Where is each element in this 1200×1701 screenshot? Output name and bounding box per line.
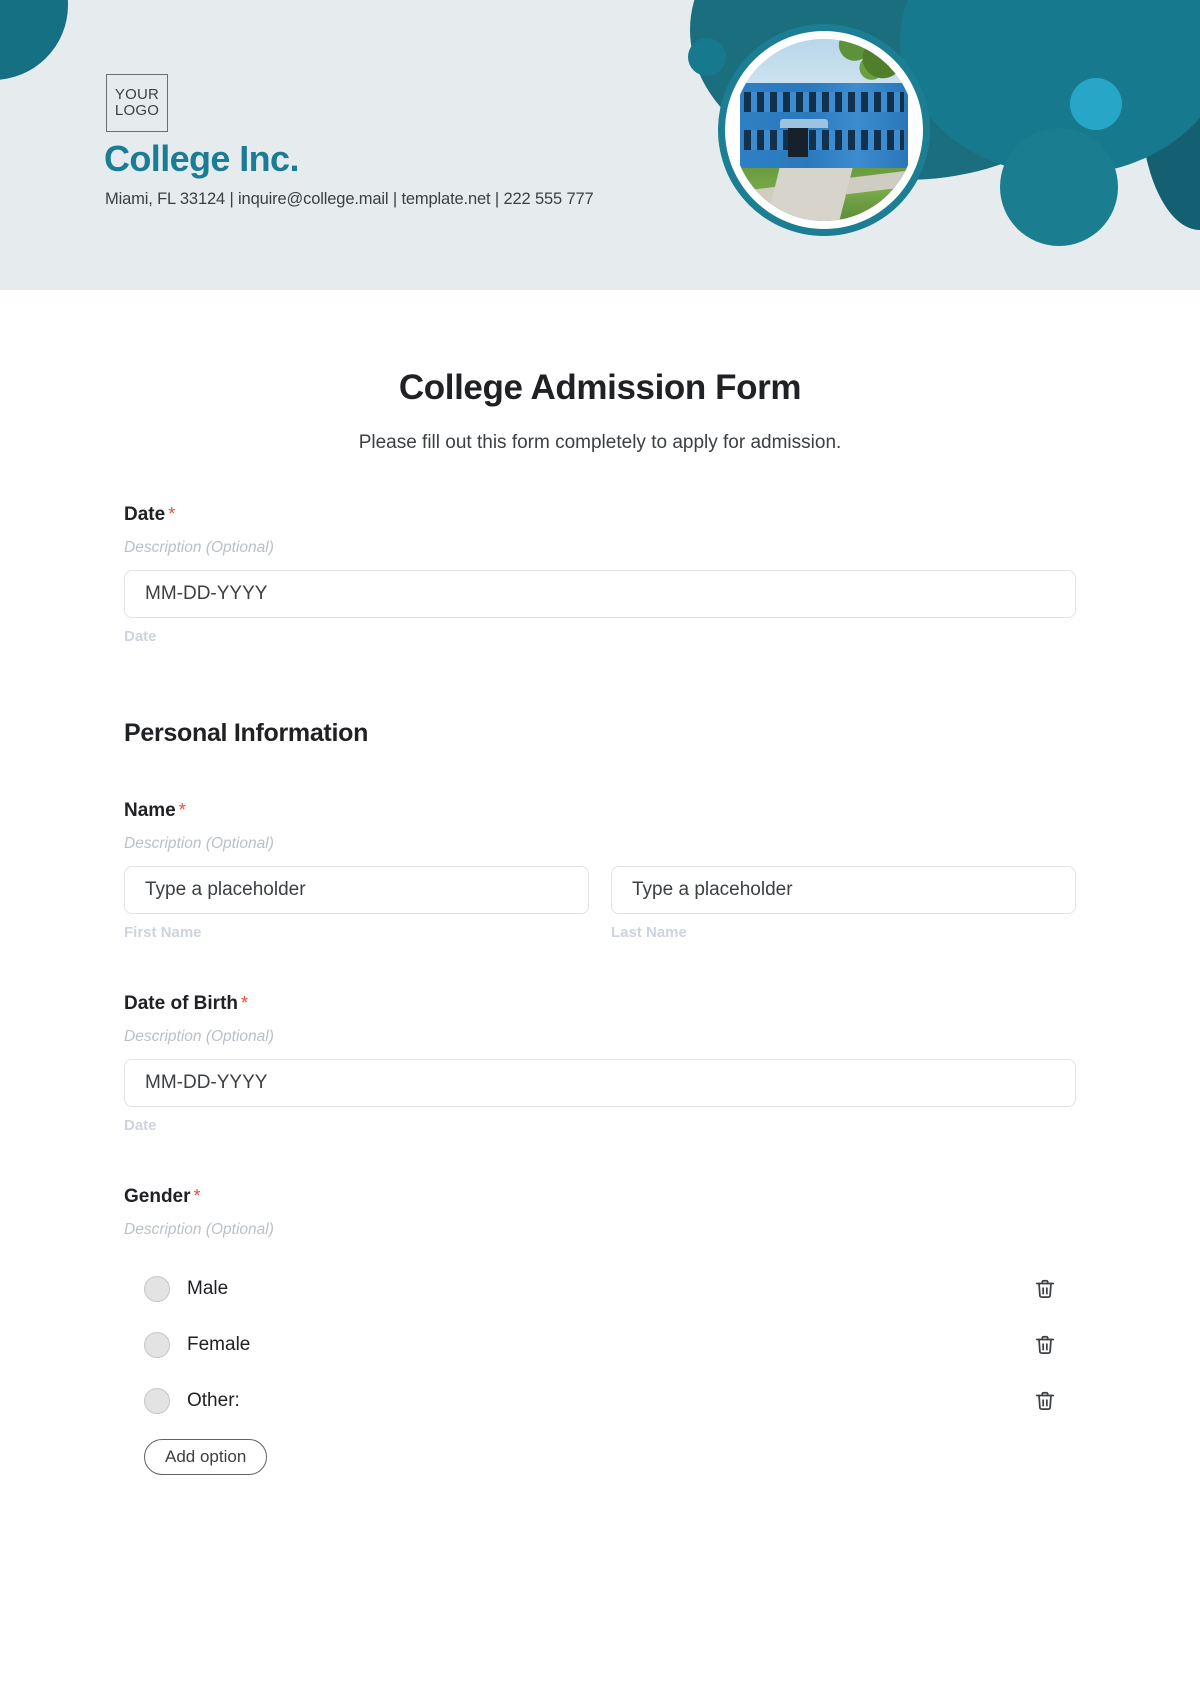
field-date-of-birth: Date of Birth * Description (Optional) MM…: [124, 993, 1076, 1134]
date-input[interactable]: MM-DD-YYYY: [124, 570, 1076, 618]
gender-options-list: Male Female Other:: [124, 1261, 1076, 1429]
field-name-label: Name *: [124, 800, 1076, 822]
gender-option-row[interactable]: Male: [124, 1261, 1076, 1317]
letterhead-header: YOUR LOGO College Inc. Miami, FL 33124 |…: [0, 0, 1200, 290]
form-title: College Admission Form: [398, 368, 802, 407]
field-date-label: Date *: [124, 504, 1076, 526]
field-date-of-birth-description: Description (Optional): [124, 1028, 274, 1045]
trash-icon[interactable]: [1032, 1276, 1058, 1302]
gender-option-row[interactable]: Other:: [124, 1373, 1076, 1429]
last-name-column: Type a placeholder Last Name: [611, 866, 1076, 941]
field-date-of-birth-label-text: Date of Birth: [124, 993, 238, 1014]
gender-option-label: Female: [187, 1334, 251, 1355]
decorative-circle-top-left: [0, 0, 68, 80]
decorative-circle-mid: [1000, 128, 1118, 246]
trash-icon[interactable]: [1032, 1332, 1058, 1358]
radio-icon[interactable]: [144, 1332, 170, 1358]
field-date: Date * Description (Optional) MM-DD-YYYY …: [124, 504, 1076, 645]
first-name-helper: First Name: [124, 924, 202, 941]
gender-option-label: Male: [187, 1278, 229, 1299]
field-date-of-birth-label: Date of Birth *: [124, 993, 1076, 1015]
brand-name: College Inc.: [104, 138, 299, 179]
form-body: College Admission Form Please fill out t…: [0, 368, 1200, 1475]
first-name-column: Type a placeholder First Name: [124, 866, 589, 941]
campus-photo-medallion: [718, 24, 930, 236]
logo-line-1: YOUR: [114, 85, 160, 103]
last-name-input[interactable]: Type a placeholder: [611, 866, 1076, 914]
required-asterisk: *: [178, 800, 186, 820]
field-gender-description: Description (Optional): [124, 1221, 274, 1238]
required-asterisk: *: [241, 993, 249, 1013]
field-date-label-text: Date: [124, 504, 166, 525]
radio-icon[interactable]: [144, 1276, 170, 1302]
first-name-input[interactable]: Type a placeholder: [124, 866, 589, 914]
logo-placeholder: YOUR LOGO: [106, 74, 168, 132]
section-title-personal-information: Personal Information: [124, 719, 369, 747]
page-root: YOUR LOGO College Inc. Miami, FL 33124 |…: [0, 0, 1200, 1701]
decorative-circle-cyan: [1070, 78, 1122, 130]
field-gender-label-text: Gender: [124, 1186, 191, 1207]
last-name-helper: Last Name: [611, 924, 687, 941]
field-date-description: Description (Optional): [124, 539, 274, 556]
name-input-row: Type a placeholder First Name Type a pla…: [124, 866, 1076, 941]
decorative-dot-small: [688, 38, 726, 76]
photo-windows-lower: [743, 130, 905, 151]
photo-entrance-canopy: [780, 119, 828, 129]
field-name-description: Description (Optional): [124, 835, 274, 852]
brand-contact-line: Miami, FL 33124 | inquire@college.mail |…: [105, 190, 594, 208]
field-date-of-birth-helper: Date: [124, 1117, 157, 1134]
radio-icon[interactable]: [144, 1388, 170, 1414]
photo-entrance-door: [787, 128, 808, 158]
photo-walkway: [766, 168, 853, 221]
medallion-white-ring: [725, 31, 923, 229]
photo-tree-foliage: [816, 39, 912, 98]
gender-option-label: Other:: [187, 1390, 240, 1411]
logo-line-2: LOGO: [114, 102, 160, 119]
add-option-button[interactable]: Add option: [144, 1439, 268, 1475]
gender-option-row[interactable]: Female: [124, 1317, 1076, 1373]
field-name-label-text: Name: [124, 800, 176, 821]
field-gender-label: Gender *: [124, 1186, 1076, 1208]
campus-building-photo: [733, 39, 915, 221]
required-asterisk: *: [168, 504, 176, 524]
field-gender: Gender * Description (Optional) Male Fem…: [124, 1186, 1076, 1475]
date-of-birth-input[interactable]: MM-DD-YYYY: [124, 1059, 1076, 1107]
field-name: Name * Description (Optional) Type a plac…: [124, 800, 1076, 941]
form-subtitle: Please fill out this form completely to …: [358, 432, 842, 453]
trash-icon[interactable]: [1032, 1388, 1058, 1414]
field-date-helper: Date: [124, 628, 157, 645]
required-asterisk: *: [193, 1186, 201, 1206]
